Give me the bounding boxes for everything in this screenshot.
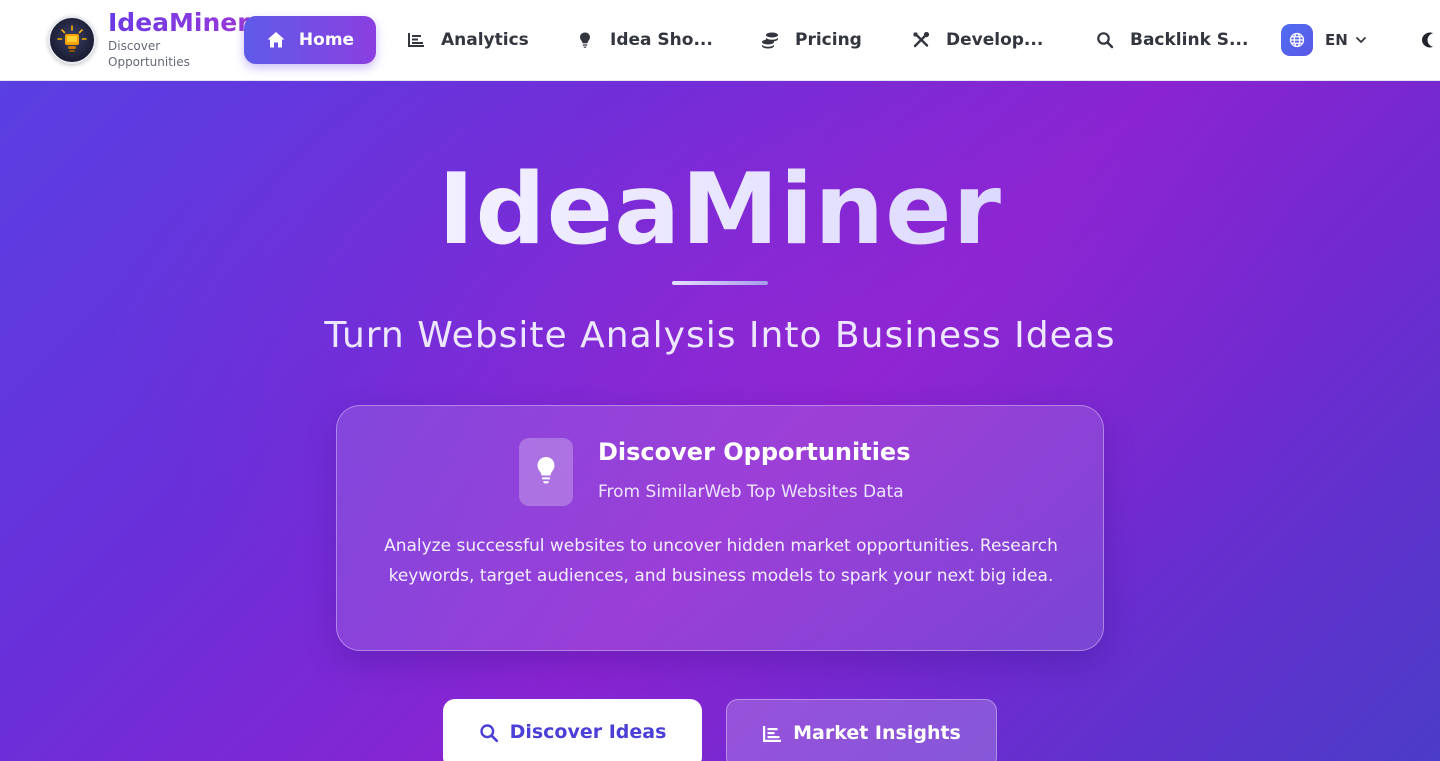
market-insights-label: Market Insights bbox=[793, 722, 961, 744]
card-subtitle: From SimilarWeb Top Websites Data bbox=[598, 482, 904, 502]
market-insights-button[interactable]: Market Insights bbox=[726, 699, 997, 761]
language-label: EN bbox=[1325, 31, 1348, 49]
tools-icon bbox=[912, 31, 930, 49]
nav-backlink-label: Backlink S... bbox=[1130, 30, 1249, 50]
chart-icon bbox=[763, 726, 782, 742]
hero-title: IdeaMiner bbox=[0, 155, 1440, 265]
lightbulb-icon bbox=[576, 31, 594, 49]
nav-idea-showcase[interactable]: Idea Sho... bbox=[576, 16, 713, 64]
chart-icon bbox=[407, 31, 425, 49]
search-icon bbox=[479, 724, 498, 743]
hero-section: IdeaMiner Turn Website Analysis Into Bus… bbox=[0, 81, 1440, 761]
nav-home-label: Home bbox=[298, 30, 355, 50]
nav-backlink[interactable]: Backlink S... bbox=[1096, 16, 1248, 64]
chevron-down-icon bbox=[1355, 37, 1366, 43]
brand[interactable]: IdeaMiner Discover Opportunities bbox=[48, 8, 250, 70]
language-selector[interactable]: EN bbox=[1281, 24, 1368, 56]
nav-home-button[interactable]: Home bbox=[244, 16, 376, 64]
coins-icon bbox=[761, 31, 779, 49]
hero-divider bbox=[672, 281, 768, 285]
nav-analytics[interactable]: Analytics bbox=[407, 16, 529, 64]
brand-tagline: Discover Opportunities bbox=[108, 39, 190, 69]
discover-ideas-label: Discover Ideas bbox=[509, 721, 667, 743]
nav-analytics-label: Analytics bbox=[441, 30, 529, 50]
globe-icon bbox=[1281, 24, 1313, 56]
discover-ideas-button[interactable]: Discover Ideas bbox=[443, 699, 702, 761]
nav-idea-showcase-label: Idea Sho... bbox=[610, 30, 713, 50]
card-description: Analyze successful websites to uncover h… bbox=[384, 536, 1058, 586]
home-icon bbox=[267, 32, 285, 48]
logo-icon bbox=[48, 16, 96, 64]
moon-icon[interactable] bbox=[1418, 31, 1436, 49]
top-navbar: IdeaMiner Discover Opportunities Home An… bbox=[0, 0, 1440, 81]
brand-name: IdeaMiner bbox=[108, 8, 250, 37]
nav-developer-label: Develop... bbox=[946, 30, 1044, 50]
feature-card: Discover Opportunities From SimilarWeb T… bbox=[336, 405, 1104, 651]
card-title: Discover Opportunities bbox=[598, 438, 911, 466]
nav-pricing-label: Pricing bbox=[795, 30, 862, 50]
nav-pricing[interactable]: Pricing bbox=[761, 16, 862, 64]
nav-developer[interactable]: Develop... bbox=[912, 16, 1043, 64]
hero-subtitle: Turn Website Analysis Into Business Idea… bbox=[324, 315, 1116, 356]
lightbulb-icon bbox=[519, 438, 573, 506]
search-icon bbox=[1096, 31, 1114, 49]
